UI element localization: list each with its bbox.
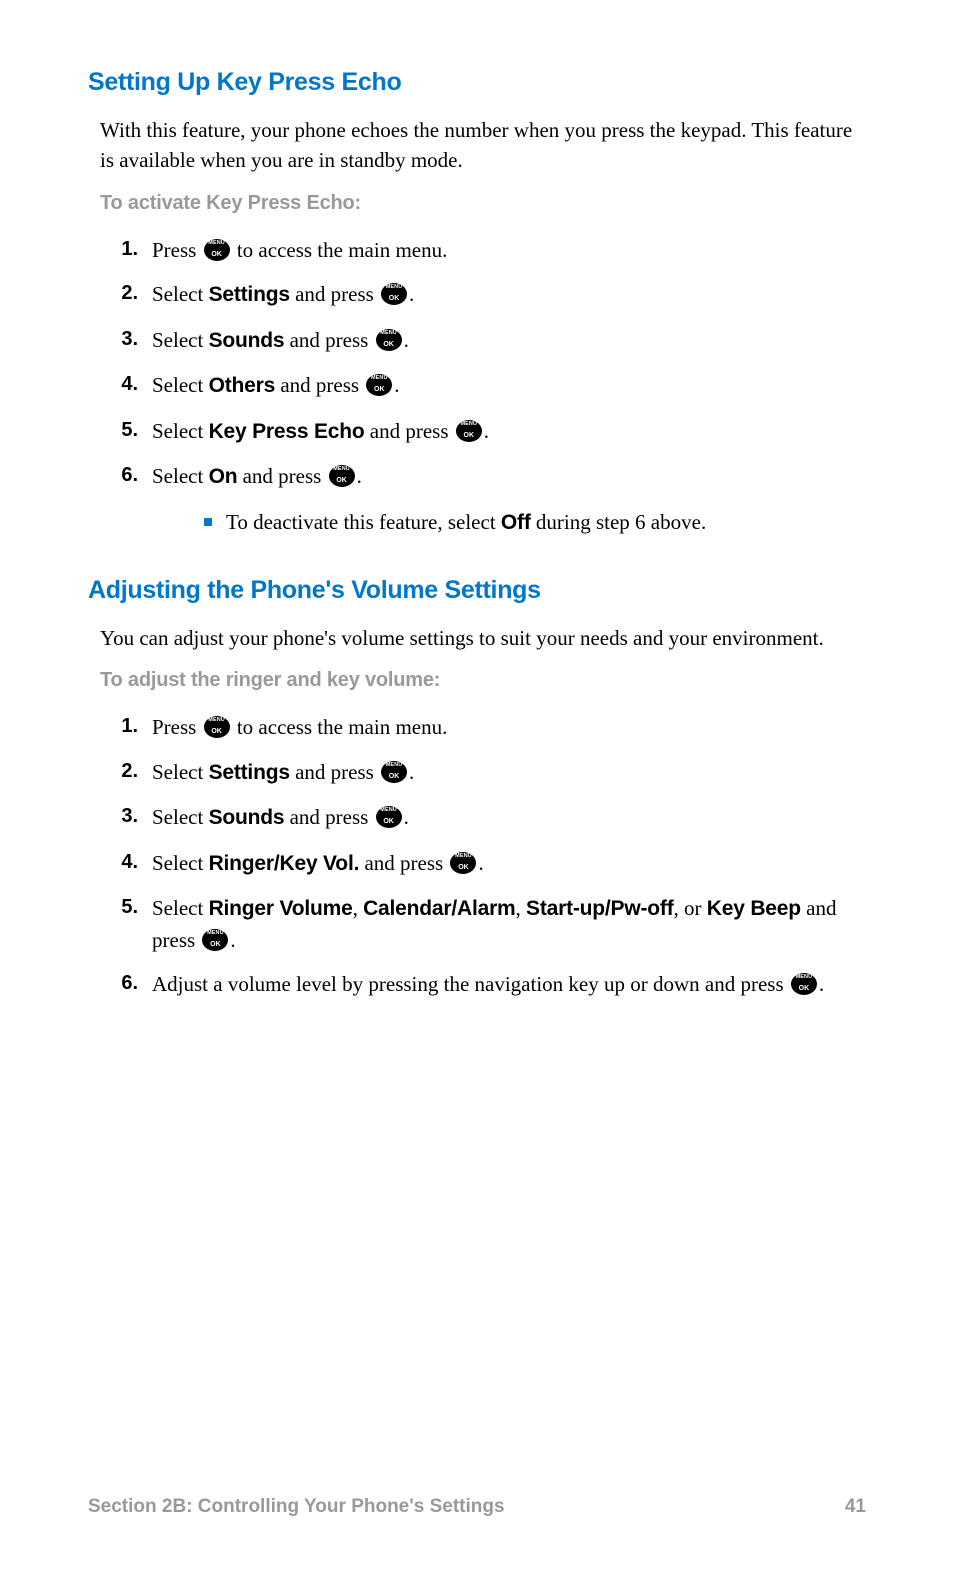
page-footer: Section 2B: Controlling Your Phone's Set… <box>88 1496 866 1518</box>
step-text: . <box>409 760 414 784</box>
step-text: , <box>516 896 527 920</box>
bold-text: Ringer Volume <box>209 897 353 920</box>
sub-bullet-list: To deactivate this feature, select Off d… <box>204 507 866 538</box>
step-text: Select <box>152 464 209 488</box>
step-text: and press <box>275 373 364 397</box>
step-text: Press <box>152 238 202 262</box>
menu-ok-icon <box>450 852 476 874</box>
menu-ok-icon <box>791 973 817 995</box>
step-text: and press <box>237 464 326 488</box>
menu-ok-icon <box>381 761 407 783</box>
bold-text: Ringer/Key Vol. <box>209 852 360 875</box>
bold-text: Sounds <box>209 806 285 829</box>
step-text: Select <box>152 760 209 784</box>
footer-page-number: 41 <box>845 1496 866 1518</box>
menu-ok-icon <box>456 420 482 442</box>
step-text: Select <box>152 851 209 875</box>
step-3: Select Sounds and press . <box>100 325 866 356</box>
bullet-text: during step 6 above. <box>531 510 707 534</box>
bold-text: Sounds <box>209 329 285 352</box>
step-text: Adjust a volume level by pressing the na… <box>152 972 789 996</box>
menu-ok-icon <box>366 374 392 396</box>
menu-ok-icon <box>202 929 228 951</box>
subheading-adjust-ringer: To adjust the ringer and key volume: <box>100 669 866 692</box>
step-text: Select <box>152 282 209 306</box>
bullet-text: To deactivate this feature, select <box>226 510 501 534</box>
step-6: Select On and press . To deactivate this… <box>100 461 866 538</box>
step-6: Adjust a volume level by pressing the na… <box>100 969 866 999</box>
bold-text: Settings <box>209 283 290 306</box>
step-text: and press <box>284 328 373 352</box>
step-text: . <box>394 373 399 397</box>
bold-text: Key Press Echo <box>209 420 365 443</box>
step-4: Select Ringer/Key Vol. and press . <box>100 848 866 879</box>
menu-ok-icon <box>329 465 355 487</box>
step-text: . <box>357 464 362 488</box>
step-text: Select <box>152 896 209 920</box>
step-text: . <box>409 282 414 306</box>
bold-text: On <box>209 465 238 488</box>
subheading-activate: To activate Key Press Echo: <box>100 192 866 215</box>
menu-ok-icon <box>376 329 402 351</box>
step-text: to access the main menu. <box>232 715 448 739</box>
step-2: Select Settings and press . <box>100 757 866 788</box>
step-text: Select <box>152 373 209 397</box>
bold-text: Others <box>209 374 276 397</box>
step-text: and press <box>359 851 448 875</box>
menu-ok-icon <box>381 283 407 305</box>
step-text: Select <box>152 328 209 352</box>
step-text: . <box>404 805 409 829</box>
bold-text: Start-up/Pw-off <box>526 897 673 920</box>
bold-text: Settings <box>209 761 290 784</box>
step-4: Select Others and press . <box>100 370 866 401</box>
step-text: . <box>484 419 489 443</box>
step-2: Select Settings and press . <box>100 279 866 310</box>
step-text: . <box>230 928 235 952</box>
step-text: , or <box>674 896 707 920</box>
step-5: Select Key Press Echo and press . <box>100 416 866 447</box>
step-3: Select Sounds and press . <box>100 802 866 833</box>
menu-ok-icon <box>204 716 230 738</box>
step-text: Select <box>152 419 209 443</box>
step-text: and press <box>365 419 454 443</box>
step-text: , <box>353 896 364 920</box>
menu-ok-icon <box>376 806 402 828</box>
step-text: and press <box>290 760 379 784</box>
step-text: Select <box>152 805 209 829</box>
step-text: and press <box>284 805 373 829</box>
bold-text: Off <box>501 511 531 534</box>
step-5: Select Ringer Volume, Calendar/Alarm, St… <box>100 893 866 955</box>
intro-paragraph: With this feature, your phone echoes the… <box>100 115 866 176</box>
heading-key-press-echo: Setting Up Key Press Echo <box>88 68 866 97</box>
step-1: Press to access the main menu. <box>100 235 866 265</box>
heading-volume-settings: Adjusting the Phone's Volume Settings <box>88 576 866 605</box>
step-text: and press <box>290 282 379 306</box>
sub-bullet: To deactivate this feature, select Off d… <box>204 507 866 538</box>
steps-list-2: Press to access the main menu. Select Se… <box>100 712 866 999</box>
step-text: . <box>404 328 409 352</box>
step-text: Press <box>152 715 202 739</box>
footer-section-label: Section 2B: Controlling Your Phone's Set… <box>88 1496 505 1518</box>
step-text: to access the main menu. <box>232 238 448 262</box>
bold-text: Key Beep <box>707 897 801 920</box>
step-text: . <box>478 851 483 875</box>
steps-list-1: Press to access the main menu. Select Se… <box>100 235 866 538</box>
step-1: Press to access the main menu. <box>100 712 866 742</box>
step-text: . <box>819 972 824 996</box>
intro-paragraph: You can adjust your phone's volume setti… <box>100 623 866 653</box>
menu-ok-icon <box>204 239 230 261</box>
bold-text: Calendar/Alarm <box>363 897 515 920</box>
